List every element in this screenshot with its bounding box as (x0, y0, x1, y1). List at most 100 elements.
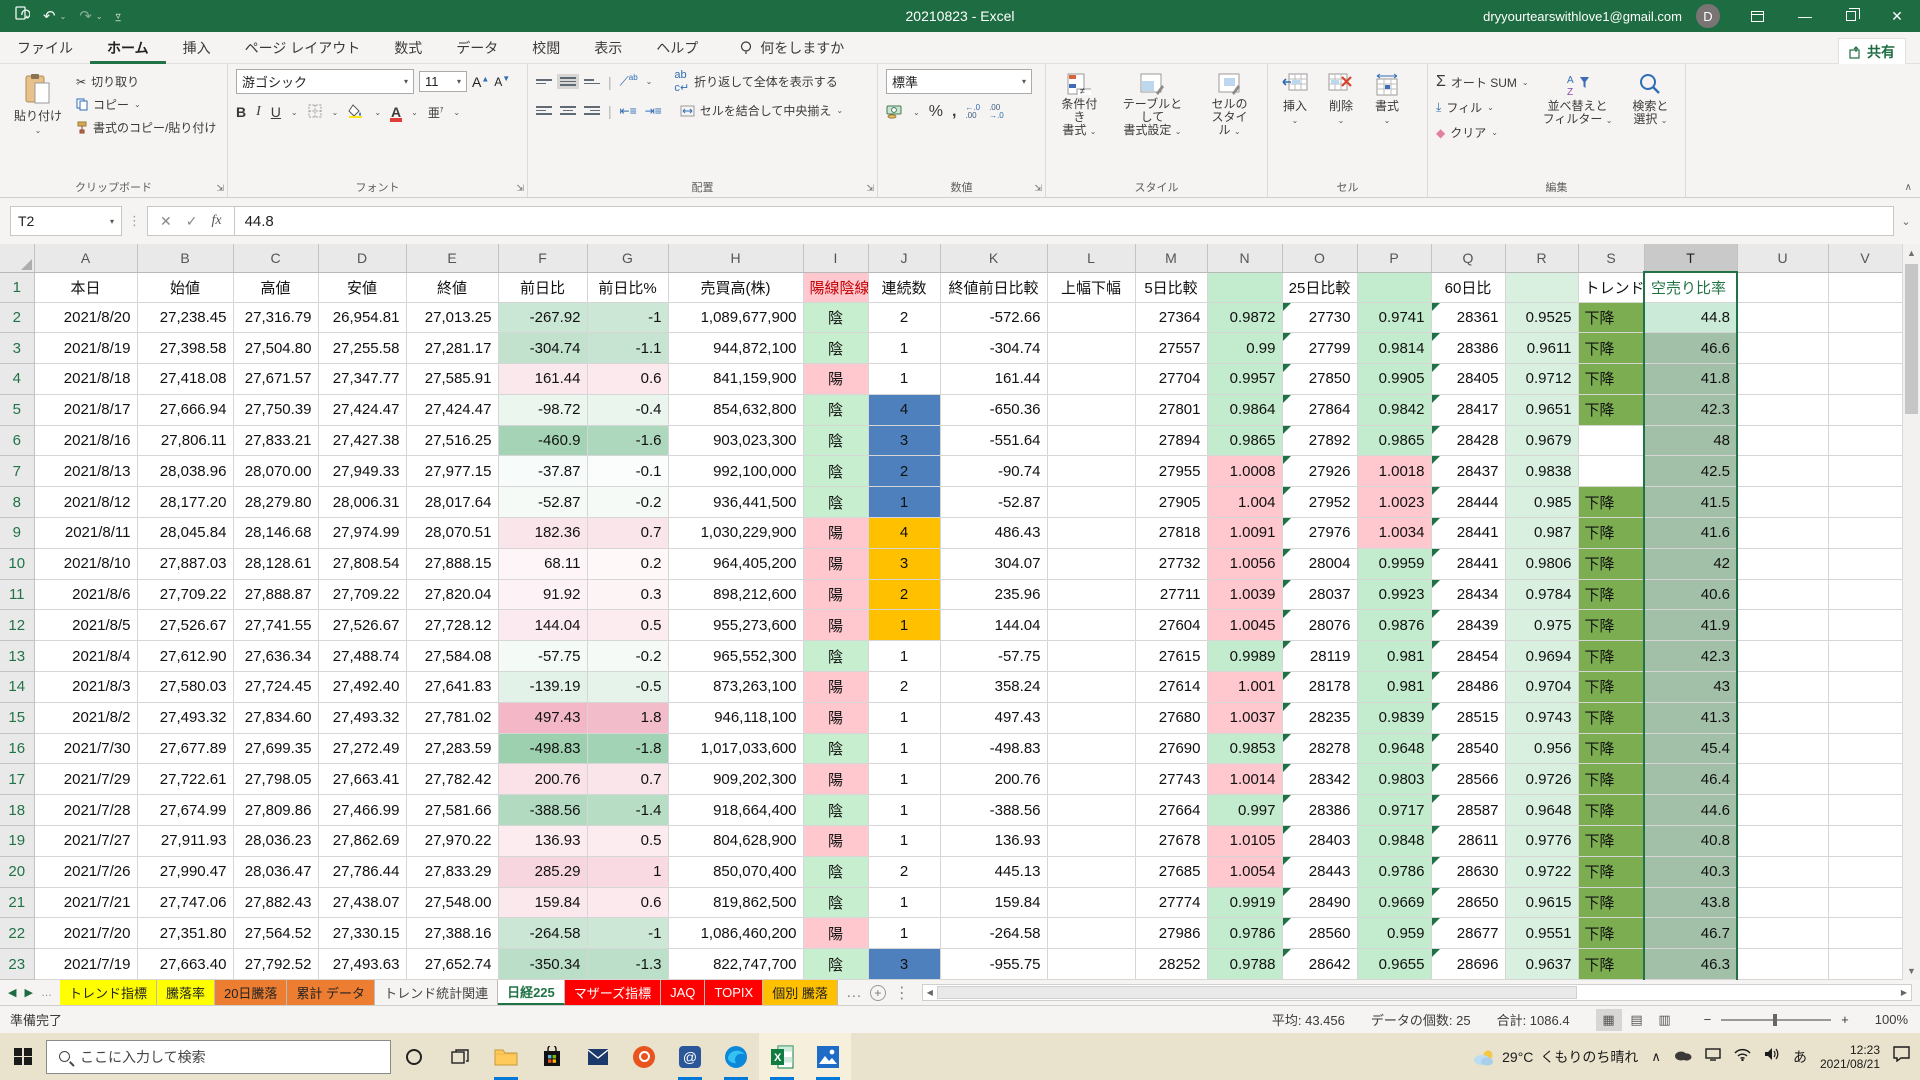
cell-V2[interactable] (1828, 302, 1902, 333)
cell-R5[interactable]: 0.9651 (1505, 394, 1578, 425)
cell-J1[interactable]: 連続数 (868, 272, 940, 302)
cell-Q1[interactable]: 60日比 (1431, 272, 1505, 302)
cell-I6[interactable]: 陰 (803, 425, 868, 456)
cell-S8[interactable]: 下降 (1578, 487, 1644, 518)
row-number[interactable]: 1 (0, 272, 34, 302)
collapse-ribbon-icon[interactable]: ∧ (1905, 182, 1912, 193)
cell-B2[interactable]: 27,238.45 (137, 302, 233, 333)
cell-R8[interactable]: 0.985 (1505, 487, 1578, 518)
cell-C21[interactable]: 27,882.43 (233, 887, 318, 918)
number-dialog-launcher[interactable]: ⇲ (1034, 183, 1042, 194)
clear-button[interactable]: ◆クリア⌄ (1436, 124, 1529, 141)
cell-T18[interactable]: 44.6 (1644, 795, 1737, 826)
ribbon-tab-挿入[interactable]: 挿入 (166, 32, 228, 64)
cell-Q22[interactable]: 28677 (1431, 918, 1505, 949)
cell-O2[interactable]: 27730 (1282, 302, 1357, 333)
cell-O23[interactable]: 28642 (1282, 949, 1357, 980)
cell-Q13[interactable]: 28454 (1431, 641, 1505, 672)
cell-R14[interactable]: 0.9704 (1505, 672, 1578, 703)
cell-I1[interactable]: 陽線陰線 (803, 272, 868, 302)
cell-H10[interactable]: 964,405,200 (668, 548, 803, 579)
cell-A7[interactable]: 2021/8/13 (34, 456, 137, 487)
column-header-T[interactable]: T (1644, 244, 1737, 272)
conditional-formatting-button[interactable]: ≠ 条件付き書式 ⌄ (1054, 69, 1105, 181)
cell-J14[interactable]: 2 (868, 672, 940, 703)
cell-L15[interactable] (1047, 702, 1135, 733)
cell-P2[interactable]: 0.9741 (1357, 302, 1431, 333)
cell-M2[interactable]: 27364 (1135, 302, 1207, 333)
cell-D13[interactable]: 27,488.74 (318, 641, 406, 672)
column-header-G[interactable]: G (587, 244, 668, 272)
cell-K7[interactable]: -90.74 (940, 456, 1047, 487)
cell-K8[interactable]: -52.87 (940, 487, 1047, 518)
cell-I13[interactable]: 陰 (803, 641, 868, 672)
account-avatar[interactable]: D (1696, 4, 1720, 28)
cell-U3[interactable] (1737, 333, 1828, 364)
cell-Q19[interactable]: 28611 (1431, 826, 1505, 857)
at-mail-app-button[interactable]: @ (667, 1033, 713, 1080)
cell-L5[interactable] (1047, 394, 1135, 425)
cell-R1[interactable] (1505, 272, 1578, 302)
cell-D9[interactable]: 27,974.99 (318, 518, 406, 549)
cell-O8[interactable]: 27952 (1282, 487, 1357, 518)
cell-I8[interactable]: 陰 (803, 487, 868, 518)
cell-G6[interactable]: -1.6 (587, 425, 668, 456)
row-number[interactable]: 2 (0, 302, 34, 333)
cell-D23[interactable]: 27,493.63 (318, 949, 406, 980)
cell-A6[interactable]: 2021/8/16 (34, 425, 137, 456)
ribbon-tab-データ[interactable]: データ (439, 32, 515, 64)
cell-T9[interactable]: 41.6 (1644, 518, 1737, 549)
sheet-tab-トレンド統計関連[interactable]: トレンド統計関連 (375, 980, 498, 1005)
align-center-button[interactable] (560, 106, 576, 115)
sheet-tab-日経225[interactable]: 日経225 (498, 980, 565, 1005)
column-header-S[interactable]: S (1578, 244, 1644, 272)
cell-B20[interactable]: 27,990.47 (137, 856, 233, 887)
cell-U7[interactable] (1737, 456, 1828, 487)
cell-S17[interactable]: 下降 (1578, 764, 1644, 795)
font-name-select[interactable]: 游ゴシック▾ (236, 69, 414, 94)
cell-G16[interactable]: -1.8 (587, 733, 668, 764)
cell-L8[interactable] (1047, 487, 1135, 518)
cell-I5[interactable]: 陰 (803, 394, 868, 425)
cell-D4[interactable]: 27,347.77 (318, 364, 406, 395)
cell-P20[interactable]: 0.9786 (1357, 856, 1431, 887)
cell-P9[interactable]: 1.0034 (1357, 518, 1431, 549)
cell-H19[interactable]: 804,628,900 (668, 826, 803, 857)
cell-A2[interactable]: 2021/8/20 (34, 302, 137, 333)
row-number[interactable]: 17 (0, 764, 34, 795)
cell-O4[interactable]: 27850 (1282, 364, 1357, 395)
cell-B21[interactable]: 27,747.06 (137, 887, 233, 918)
cell-S6[interactable] (1578, 425, 1644, 456)
cell-H6[interactable]: 903,023,300 (668, 425, 803, 456)
cell-G5[interactable]: -0.4 (587, 394, 668, 425)
cell-O21[interactable]: 28490 (1282, 887, 1357, 918)
redo-dropdown-icon[interactable]: ⌄ (96, 12, 103, 21)
column-header-I[interactable]: I (803, 244, 868, 272)
cell-D18[interactable]: 27,466.99 (318, 795, 406, 826)
cell-C18[interactable]: 27,809.86 (233, 795, 318, 826)
cell-N22[interactable]: 0.9786 (1207, 918, 1282, 949)
cell-G15[interactable]: 1.8 (587, 702, 668, 733)
cell-E11[interactable]: 27,820.04 (406, 579, 498, 610)
cell-B4[interactable]: 27,418.08 (137, 364, 233, 395)
cell-N13[interactable]: 0.9989 (1207, 641, 1282, 672)
cell-L23[interactable] (1047, 949, 1135, 980)
cell-O14[interactable]: 28178 (1282, 672, 1357, 703)
cell-M15[interactable]: 27680 (1135, 702, 1207, 733)
cell-E2[interactable]: 27,013.25 (406, 302, 498, 333)
cell-J17[interactable]: 1 (868, 764, 940, 795)
cell-G22[interactable]: -1 (587, 918, 668, 949)
save-icon[interactable] (14, 6, 30, 26)
normal-view-button[interactable]: ▦ (1596, 1009, 1622, 1031)
column-header-P[interactable]: P (1357, 244, 1431, 272)
cell-C6[interactable]: 27,833.21 (233, 425, 318, 456)
cell-D21[interactable]: 27,438.07 (318, 887, 406, 918)
cell-N15[interactable]: 1.0037 (1207, 702, 1282, 733)
cell-A10[interactable]: 2021/8/10 (34, 548, 137, 579)
cell-V9[interactable] (1828, 518, 1902, 549)
cell-A16[interactable]: 2021/7/30 (34, 733, 137, 764)
scroll-right-icon[interactable]: ▶ (1897, 985, 1911, 1000)
cell-P11[interactable]: 0.9923 (1357, 579, 1431, 610)
cell-T6[interactable]: 48 (1644, 425, 1737, 456)
cell-Q10[interactable]: 28441 (1431, 548, 1505, 579)
